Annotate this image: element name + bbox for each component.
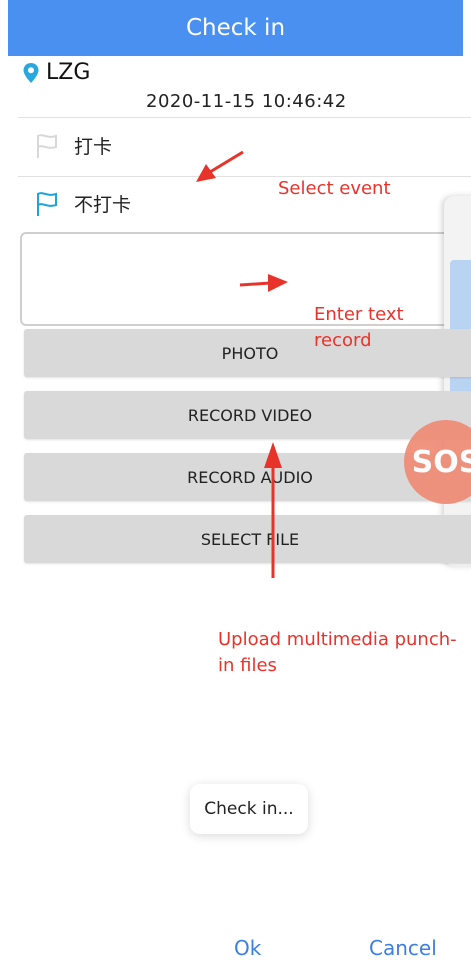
ok-button[interactable]: Ok (234, 936, 261, 960)
select-file-button-label: SELECT FILE (200, 529, 300, 549)
check-in-datetime: 2020-11-15 10:46:42 (146, 91, 347, 112)
photo-button[interactable]: PHOTO (24, 329, 471, 377)
location-row: LZG (22, 60, 90, 85)
flag-icon (37, 133, 57, 158)
flag-icon (37, 191, 57, 216)
cancel-button[interactable]: Cancel (369, 936, 437, 960)
page-title: Check in (185, 15, 286, 41)
arrow-to-event (196, 150, 244, 182)
toast-text: Check in... (204, 799, 294, 819)
event-option-punch[interactable]: 打卡 (34, 132, 112, 159)
location-name: LZG (46, 60, 91, 85)
annotation-enter-text-line1: Enter text (314, 304, 404, 325)
record-video-button[interactable]: RECORD VIDEO (24, 391, 471, 439)
event-label: 不打卡 (74, 194, 132, 216)
divider (18, 176, 471, 177)
divider (18, 117, 471, 118)
record-video-button-label: RECORD VIDEO (187, 405, 313, 425)
record-audio-button-label: RECORD AUDIO (187, 467, 313, 487)
title-bar: Check in (8, 0, 463, 56)
annotation-enter-text-line2: record (314, 330, 372, 351)
select-file-button[interactable]: SELECT FILE (24, 515, 471, 563)
photo-button-label: PHOTO (221, 343, 279, 363)
sos-label: SOS (411, 444, 471, 480)
checking-in-toast: Check in... (190, 784, 308, 834)
annotation-upload-line1: Upload multimedia punch- (218, 629, 457, 650)
event-label: 打卡 (74, 136, 113, 158)
annotation-upload-line2: in files (218, 655, 277, 676)
annotation-select-event: Select event (278, 178, 391, 199)
event-option-no-punch[interactable]: 不打卡 (34, 190, 131, 217)
location-pin-icon (23, 62, 39, 83)
